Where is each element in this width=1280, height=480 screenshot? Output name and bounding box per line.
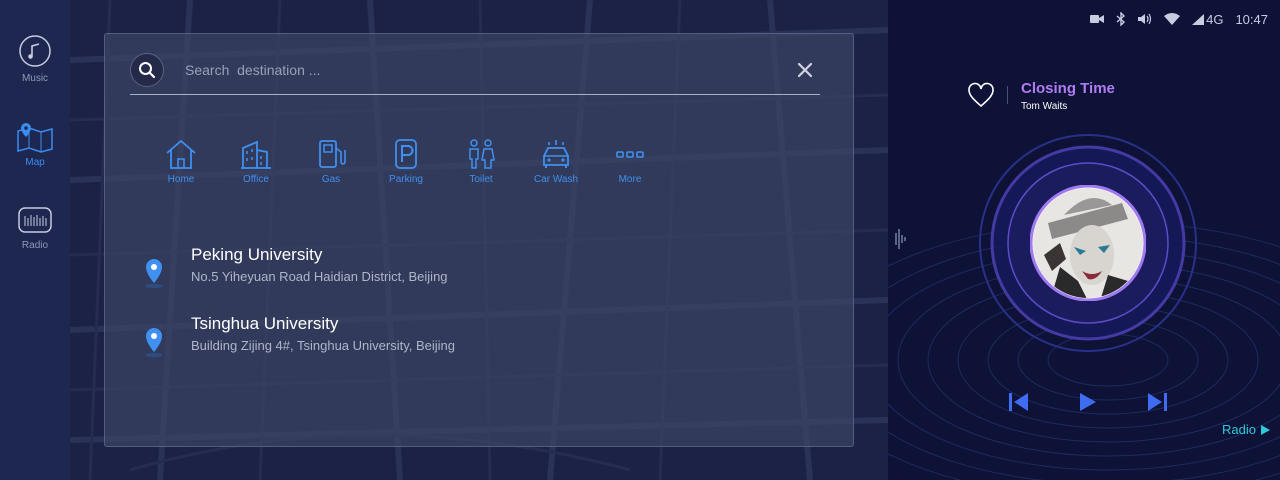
location-pin-icon — [145, 259, 163, 288]
home-icon — [166, 139, 196, 169]
result-title: Tsinghua University — [191, 314, 339, 333]
music-panel: 4G 10:47 Closing Time Tom Waits Radio — [888, 0, 1280, 480]
category-label: Home — [167, 174, 195, 185]
category-label: Toilet — [469, 174, 493, 185]
search-result-item[interactable]: Peking University No.5 Yiheyuan Road Hai… — [135, 245, 635, 295]
panel-handle-icon[interactable] — [894, 225, 908, 253]
wifi-icon — [1164, 13, 1181, 25]
play-button[interactable] — [1078, 391, 1098, 413]
camera-icon — [1090, 15, 1105, 23]
search-button[interactable] — [130, 53, 164, 87]
category-label: Gas — [321, 174, 341, 185]
category-label: Car Wash — [533, 174, 579, 185]
search-divider — [130, 94, 820, 95]
radio-link-label: Radio — [1222, 422, 1256, 437]
volume-icon — [1138, 13, 1152, 25]
sidebar-item-map[interactable]: Map — [0, 121, 70, 191]
category-office[interactable]: Office — [221, 138, 291, 185]
song-divider — [1007, 86, 1008, 104]
close-button[interactable] — [793, 58, 817, 82]
category-gas[interactable]: Gas — [296, 138, 366, 185]
category-parking[interactable]: Parking — [371, 138, 441, 185]
search-icon — [139, 62, 156, 79]
song-title: Closing Time — [1021, 80, 1115, 97]
category-more[interactable]: More — [595, 138, 665, 185]
gas-icon — [319, 140, 346, 168]
cellular-indicator: 4G — [1192, 12, 1223, 27]
radio-icon — [18, 207, 52, 233]
result-title: Peking University — [191, 245, 323, 264]
music-icon — [19, 35, 51, 67]
car-wash-icon — [543, 140, 569, 168]
previous-track-button[interactable] — [1008, 391, 1030, 413]
search-panel: Home Office Gas Parking Toilet — [104, 33, 854, 447]
artist-name: Tom Waits — [1021, 101, 1068, 112]
bluetooth-icon — [1116, 12, 1126, 26]
more-icon — [616, 151, 644, 158]
sidebar-item-music[interactable]: Music — [0, 33, 70, 103]
network-type: 4G — [1206, 11, 1224, 27]
next-track-button[interactable] — [1146, 391, 1168, 413]
category-home[interactable]: Home — [146, 138, 216, 185]
sidebar-item-label: Radio — [21, 240, 49, 251]
category-car-wash[interactable]: Car Wash — [521, 138, 591, 185]
category-toilet[interactable]: Toilet — [446, 138, 516, 185]
signal-icon — [1192, 13, 1205, 25]
album-art — [1030, 185, 1146, 301]
sidebar: Music Map Radio — [0, 0, 70, 480]
office-icon — [241, 140, 271, 169]
category-label: Office — [243, 174, 269, 185]
radio-link[interactable]: Radio — [1222, 422, 1270, 437]
result-address: Building Zijing 4#, Tsinghua University,… — [191, 338, 455, 353]
toilet-icon — [469, 139, 495, 169]
sidebar-item-label: Music — [21, 73, 49, 84]
clock: 10:47 — [1235, 11, 1268, 27]
play-arrow-icon — [1260, 424, 1270, 435]
status-bar: 4G 10:47 — [1090, 10, 1268, 28]
close-icon — [797, 62, 813, 78]
sidebar-item-radio[interactable]: Radio — [0, 204, 70, 274]
search-input[interactable] — [185, 58, 765, 82]
sidebar-item-label: Map — [25, 157, 45, 168]
search-result-item[interactable]: Tsinghua University Building Zijing 4#, … — [135, 314, 635, 364]
category-label: More — [618, 174, 642, 185]
category-label: Parking — [389, 174, 423, 185]
map-icon — [17, 123, 53, 153]
parking-icon — [395, 139, 417, 169]
location-pin-icon — [145, 328, 163, 357]
heart-icon[interactable] — [967, 82, 995, 108]
result-address: No.5 Yiheyuan Road Haidian District, Bei… — [191, 269, 448, 284]
